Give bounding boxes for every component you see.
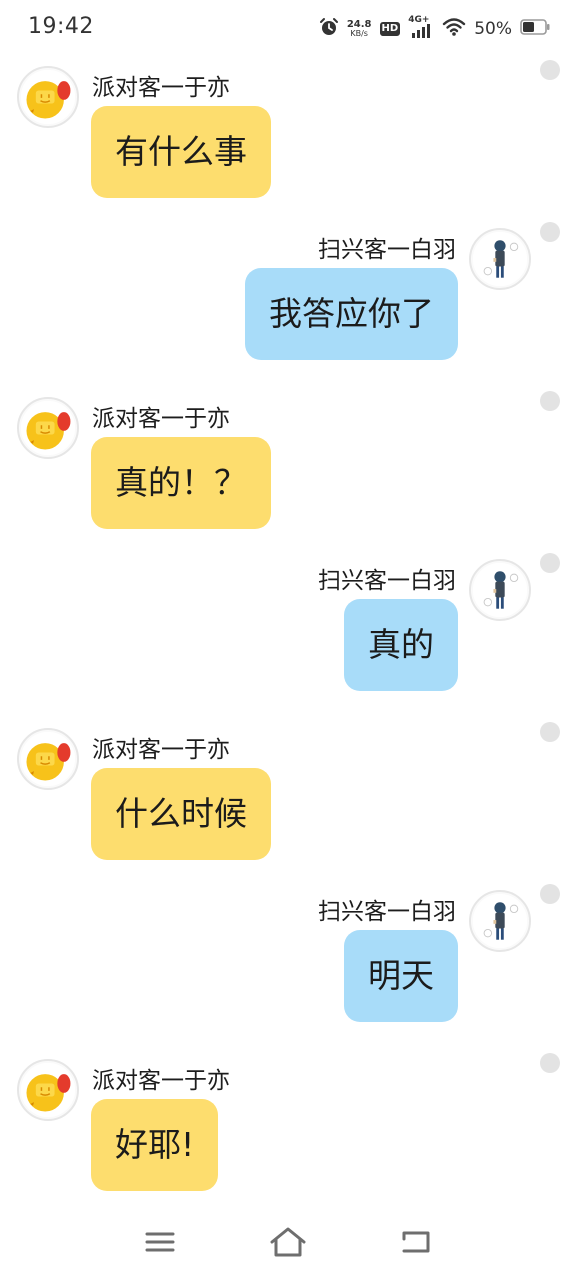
sender-name: 派对客一于亦 [92, 406, 230, 432]
avatar[interactable] [17, 728, 79, 790]
anime-character-avatar-icon [472, 893, 528, 949]
home-icon[interactable] [266, 1224, 310, 1260]
read-status-dot [540, 553, 560, 573]
yellow-character-avatar-icon [20, 400, 76, 456]
avatar[interactable] [17, 1059, 79, 1121]
read-status-dot [540, 222, 560, 242]
sender-name: 派对客一于亦 [92, 1068, 230, 1094]
read-status-dot [540, 884, 560, 904]
read-status-dot [540, 60, 560, 80]
sender-name: 派对客一于亦 [92, 75, 230, 101]
avatar[interactable] [17, 66, 79, 128]
system-nav-bar [0, 1210, 576, 1280]
sender-name: 扫兴客一白羽 [318, 899, 456, 925]
read-status-dot [540, 391, 560, 411]
avatar[interactable] [469, 228, 531, 290]
read-status-dot [540, 722, 560, 742]
sender-name: 派对客一于亦 [92, 737, 230, 763]
yellow-character-avatar-icon [20, 69, 76, 125]
avatar[interactable] [17, 397, 79, 459]
avatar[interactable] [469, 890, 531, 952]
read-status-dot [540, 1053, 560, 1073]
menu-icon[interactable] [138, 1224, 182, 1260]
anime-character-avatar-icon [472, 231, 528, 287]
message-bubble[interactable]: 有什么事 [91, 106, 271, 198]
sender-name: 扫兴客一白羽 [318, 237, 456, 263]
sender-name: 扫兴客一白羽 [318, 568, 456, 594]
yellow-character-avatar-icon [20, 1062, 76, 1118]
yellow-character-avatar-icon [20, 731, 76, 787]
back-icon[interactable] [394, 1224, 438, 1260]
message-bubble[interactable]: 真的 [344, 599, 458, 691]
message-bubble[interactable]: 我答应你了 [245, 268, 458, 360]
anime-character-avatar-icon [472, 562, 528, 618]
avatar[interactable] [469, 559, 531, 621]
message-bubble[interactable]: 什么时候 [91, 768, 271, 860]
message-bubble[interactable]: 好耶! [91, 1099, 219, 1191]
message-bubble[interactable]: 真的！？ [91, 437, 271, 529]
chat-message-list[interactable]: 派对客一于亦 有什么事 扫兴客一白羽 我答应你了 派对客一于亦 真的！？ 扫兴客… [0, 0, 576, 1280]
message-bubble[interactable]: 明天 [344, 930, 458, 1022]
